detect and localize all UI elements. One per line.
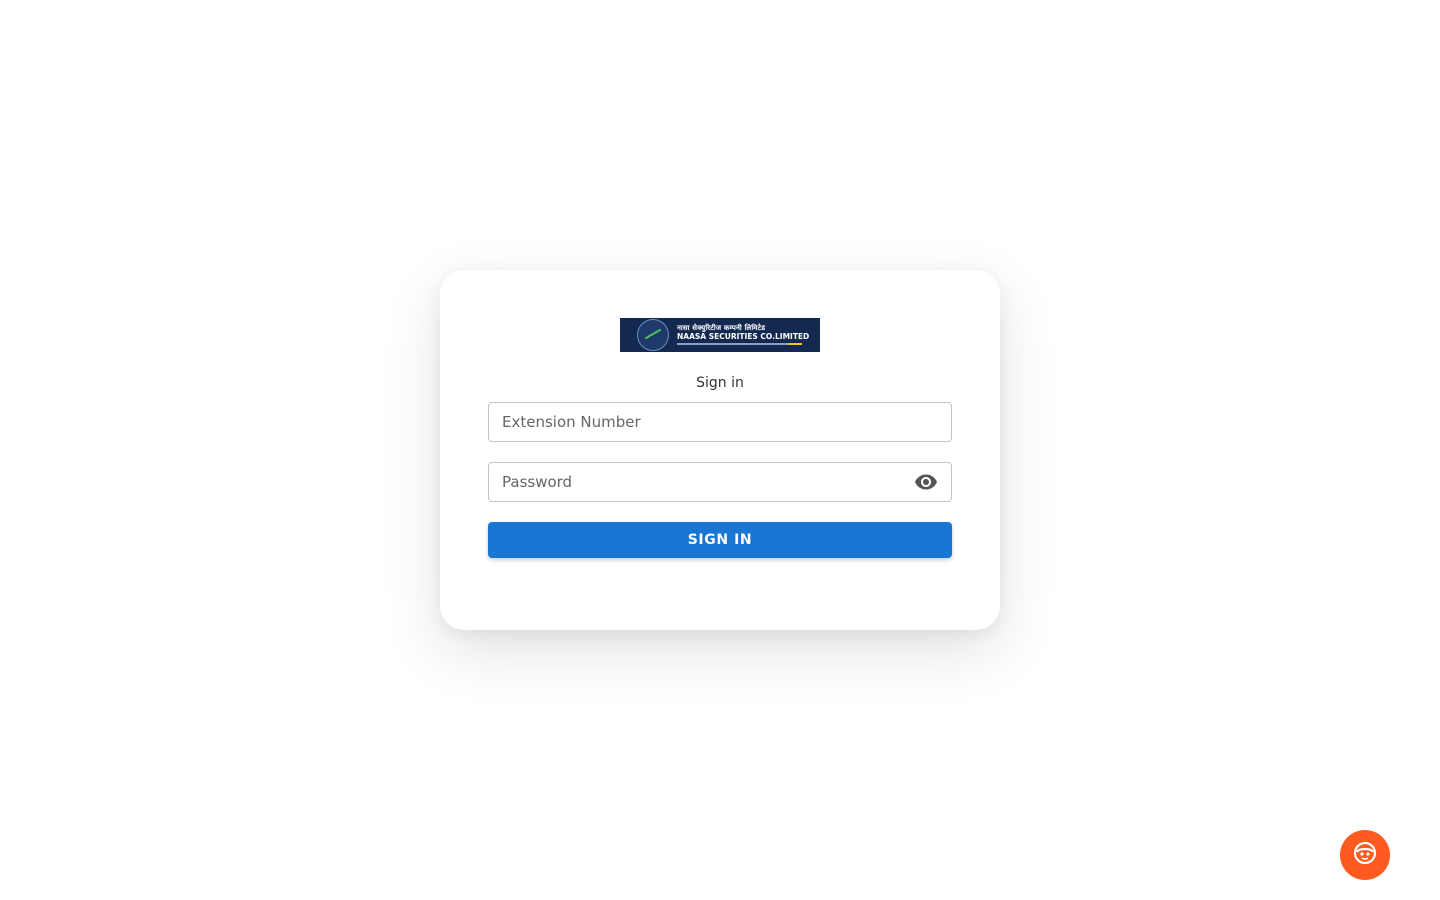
form-title: Sign in xyxy=(696,375,744,391)
login-page: नासा सेक्युरिटीज कम्पनी लिमिटेड NAASA SE… xyxy=(0,0,1440,900)
password-input[interactable] xyxy=(489,463,914,501)
chat-bot-button[interactable] xyxy=(1340,830,1390,880)
extension-number-field[interactable] xyxy=(488,402,952,442)
logo-line-nepali: नासा सेक्युरिटीज कम्पनी लिमिटेड xyxy=(677,323,766,332)
logo-emblem-icon xyxy=(637,319,669,351)
extension-number-input[interactable] xyxy=(489,403,951,441)
logo-text: नासा सेक्युरिटीज कम्पनी लिमिटेड NAASA SE… xyxy=(677,323,810,346)
company-logo: नासा सेक्युरिटीज कम्पनी लिमिटेड NAASA SE… xyxy=(620,318,820,352)
password-field[interactable] xyxy=(488,462,952,502)
sign-in-button[interactable]: SIGN IN xyxy=(488,522,952,558)
chat-bot-icon xyxy=(1352,840,1378,870)
logo-line-english: NAASA SECURITIES CO.LIMITED xyxy=(677,331,810,341)
eye-icon[interactable] xyxy=(914,470,938,494)
login-card: नासा सेक्युरिटीज कम्पनी लिमिटेड NAASA SE… xyxy=(440,270,1000,630)
logo-underline xyxy=(677,343,802,346)
